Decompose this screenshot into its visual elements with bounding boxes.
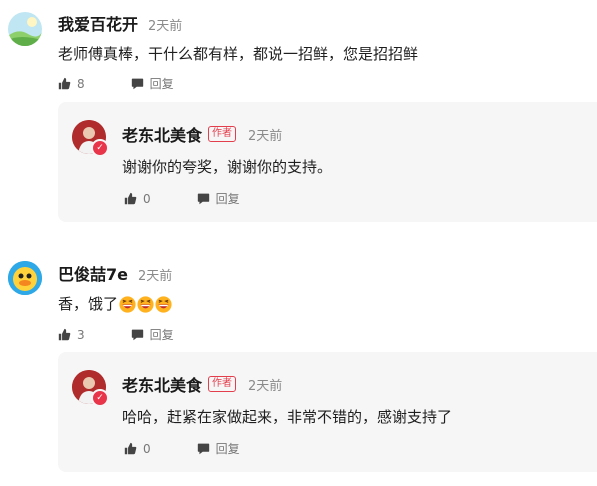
comment-actions: 3 回复 xyxy=(58,326,174,343)
author-name[interactable]: 老东北美食 xyxy=(122,122,202,146)
author-tag: 作者 xyxy=(208,126,237,142)
comment-text: 香，饿了 xyxy=(58,293,172,314)
author-name[interactable]: 老东北美食 xyxy=(122,372,202,396)
comment-bubble-icon xyxy=(197,193,209,205)
reply-author[interactable]: 老东北美食 作者 2天前 xyxy=(122,372,282,396)
reply-text: 哈哈，赶紧在家做起来，非常不错的，感谢支持了 xyxy=(122,408,453,426)
like-button[interactable]: 0 xyxy=(124,442,151,456)
comment-bubble-icon xyxy=(131,329,143,341)
author-reply: ✓ 老东北美食 作者 2天前 哈哈，赶紧在家做起来，非常不错的，感谢支持了 0 … xyxy=(58,352,597,472)
reply-button[interactable]: 回复 xyxy=(197,190,240,207)
reply-label: 回复 xyxy=(215,442,240,456)
reply-label: 回复 xyxy=(149,328,174,342)
author-tag: 作者 xyxy=(208,376,237,392)
reply-label: 回复 xyxy=(215,192,240,206)
thumbs-up-icon xyxy=(58,328,71,341)
reply-button[interactable]: 回复 xyxy=(131,75,174,92)
thumbs-up-icon xyxy=(58,77,71,90)
thumbs-up-icon xyxy=(124,192,137,205)
comment-text: 老师傅真棒，干什么都有样，都说一招鲜，您是招招鲜 xyxy=(58,45,419,63)
reply-author[interactable]: 老东北美食 作者 2天前 xyxy=(122,122,282,146)
comment-author[interactable]: 巴俊喆7e 2天前 xyxy=(58,261,172,285)
author-name[interactable]: 巴俊喆7e xyxy=(58,265,128,284)
comment-text-body: 香，饿了 xyxy=(58,295,119,313)
reply-time: 2天前 xyxy=(248,378,283,394)
duck-avatar-icon xyxy=(8,261,42,295)
laughing-emoji-icon xyxy=(155,296,172,313)
reply-button[interactable]: 回复 xyxy=(197,440,240,457)
comment-bubble-icon xyxy=(197,443,209,455)
like-count: 8 xyxy=(77,76,85,91)
thumbs-up-icon xyxy=(124,442,137,455)
verified-badge: ✓ xyxy=(91,139,109,157)
comment-time: 2天前 xyxy=(148,19,183,34)
reply-text: 谢谢你的夸奖，谢谢你的支持。 xyxy=(122,158,333,176)
comment-bubble-icon xyxy=(131,78,143,90)
reply-time: 2天前 xyxy=(248,128,283,144)
laughing-emoji-icon xyxy=(119,296,136,313)
like-button[interactable]: 8 xyxy=(58,77,85,91)
like-count: 0 xyxy=(143,191,151,206)
author-reply: ✓ 老东北美食 作者 2天前 谢谢你的夸奖，谢谢你的支持。 0 回复 xyxy=(58,102,597,222)
reply-button[interactable]: 回复 xyxy=(131,326,174,343)
laughing-emoji-icon xyxy=(137,296,154,313)
verified-badge: ✓ xyxy=(91,389,109,407)
like-count: 0 xyxy=(143,441,151,456)
avatar[interactable]: ✓ xyxy=(72,120,109,157)
avatar[interactable] xyxy=(8,12,42,46)
like-count: 3 xyxy=(77,327,85,342)
like-button[interactable]: 3 xyxy=(58,328,85,342)
reply-actions: 0 回复 xyxy=(124,190,240,207)
reply-label: 回复 xyxy=(149,77,174,91)
comment-time: 2天前 xyxy=(138,269,173,284)
emoji-row xyxy=(118,295,172,313)
avatar[interactable] xyxy=(8,261,42,295)
avatar[interactable]: ✓ xyxy=(72,370,109,407)
reply-actions: 0 回复 xyxy=(124,440,240,457)
author-name[interactable]: 我爱百花开 xyxy=(58,15,138,34)
comment-author[interactable]: 我爱百花开 2天前 xyxy=(58,11,182,35)
landscape-avatar-icon xyxy=(8,12,42,46)
comment-actions: 8 回复 xyxy=(58,75,174,92)
like-button[interactable]: 0 xyxy=(124,192,151,206)
